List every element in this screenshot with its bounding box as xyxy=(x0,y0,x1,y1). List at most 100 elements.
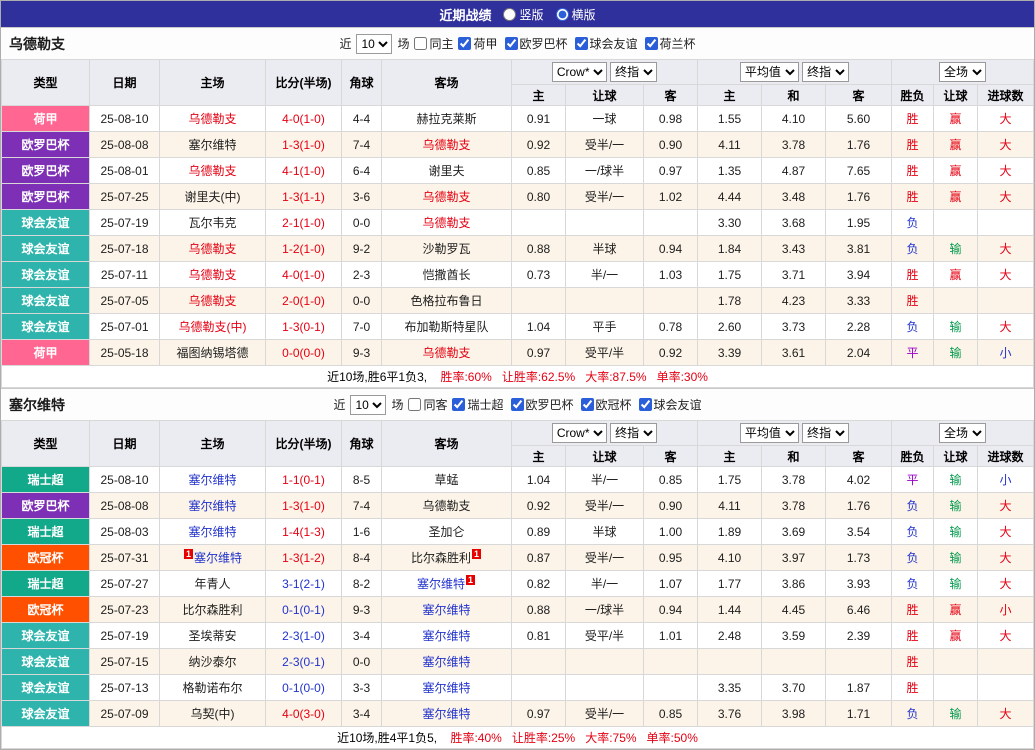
avg-source-select[interactable]: 平均值 xyxy=(740,62,799,82)
league-filter[interactable]: 瑞士超 xyxy=(452,396,503,413)
result-handicap: 赢 xyxy=(934,623,978,649)
result-outcome: 胜 xyxy=(892,675,934,701)
league-filter-checkbox[interactable] xyxy=(581,398,594,411)
avg-away: 1.76 xyxy=(826,132,892,158)
layout-option-vertical[interactable]: 竖版 xyxy=(503,6,543,23)
avg-home: 1.55 xyxy=(698,106,762,132)
odds-handicap: 一/球半 xyxy=(566,597,644,623)
league-filter[interactable]: 球会友谊 xyxy=(639,396,702,413)
league-badge: 瑞士超 xyxy=(2,571,90,597)
team-text: 塞尔维特 xyxy=(422,655,470,669)
league-filter-checkbox[interactable] xyxy=(511,398,524,411)
match-row: 欧冠杯 25-07-31 1塞尔维特 1-3(1-2) 8-4 比尔森胜利1 0… xyxy=(2,545,1034,571)
league-filter[interactable]: 欧罗巴杯 xyxy=(505,35,568,52)
match-score: 4-0(3-0) xyxy=(266,701,342,727)
sub-col-header: 胜负 xyxy=(892,85,934,106)
match-row: 球会友谊 25-07-05 乌德勒支 2-0(1-0) 0-0 色格拉布鲁日 1… xyxy=(2,288,1034,314)
avg-home: 3.76 xyxy=(698,701,762,727)
league-filter-checkbox[interactable] xyxy=(452,398,465,411)
league-filter-checkbox[interactable] xyxy=(645,37,658,50)
result-goals: 大 xyxy=(978,158,1034,184)
team-text: 谢里夫 xyxy=(428,164,464,178)
league-filters: 荷甲欧罗巴杯球会友谊荷兰杯 xyxy=(458,35,695,52)
league-filter-checkbox[interactable] xyxy=(639,398,652,411)
corner-count: 7-0 xyxy=(342,314,382,340)
results-table: 类型 日期 主场 比分(半场) 角球 客场 Crow* 终指 平均值 终指 xyxy=(1,420,1034,749)
odds-source-select[interactable]: Crow* xyxy=(552,62,607,82)
odds-handicap: 受平/半 xyxy=(566,340,644,366)
team-text: 福图纳锡塔德 xyxy=(176,346,248,360)
same-venue-checkbox[interactable] xyxy=(414,37,427,50)
avg-source-select[interactable]: 平均值 xyxy=(740,423,799,443)
odds-home: 0.81 xyxy=(512,623,566,649)
league-filter-checkbox[interactable] xyxy=(575,37,588,50)
league-badge: 球会友谊 xyxy=(2,288,90,314)
match-count-select[interactable]: 10 xyxy=(356,34,392,54)
result-goals: 大 xyxy=(978,236,1034,262)
avg-time-select[interactable]: 终指 xyxy=(802,62,849,82)
score-text: 2-3(1-0) xyxy=(282,629,325,643)
col-header-away: 客场 xyxy=(382,421,512,467)
odds-handicap: 半/一 xyxy=(566,467,644,493)
corner-count: 8-4 xyxy=(342,545,382,571)
league-filter-checkbox[interactable] xyxy=(505,37,518,50)
avg-draw: 4.87 xyxy=(762,158,826,184)
match-date: 25-07-31 xyxy=(90,545,160,571)
odds-source-select[interactable]: Crow* xyxy=(552,423,607,443)
league-filter-checkbox[interactable] xyxy=(458,37,471,50)
league-filter[interactable]: 欧冠杯 xyxy=(581,396,632,413)
match-score: 1-3(1-0) xyxy=(266,132,342,158)
odds-time-select[interactable]: 终指 xyxy=(610,423,657,443)
match-date: 25-07-15 xyxy=(90,649,160,675)
odds-time-select[interactable]: 终指 xyxy=(610,62,657,82)
avg-away: 1.95 xyxy=(826,210,892,236)
result-handicap: 赢 xyxy=(934,158,978,184)
same-venue-filter[interactable]: 同主 xyxy=(414,35,453,52)
odds-away: 1.03 xyxy=(644,262,698,288)
league-filter[interactable]: 荷甲 xyxy=(458,35,497,52)
sub-col-header: 进球数 xyxy=(978,446,1034,467)
odds-home: 0.91 xyxy=(512,106,566,132)
scope-select[interactable]: 全场 xyxy=(939,62,986,82)
avg-home: 1.35 xyxy=(698,158,762,184)
match-count-select[interactable]: 10 xyxy=(350,395,386,415)
odds-away: 0.78 xyxy=(644,314,698,340)
avg-draw: 3.73 xyxy=(762,314,826,340)
team-text: 色格拉布鲁日 xyxy=(410,294,482,308)
result-outcome: 负 xyxy=(892,314,934,340)
result-outcome: 负 xyxy=(892,519,934,545)
away-team: 草蜢 xyxy=(382,467,512,493)
scope-select[interactable]: 全场 xyxy=(939,423,986,443)
result-goals: 大 xyxy=(978,493,1034,519)
league-filter[interactable]: 球会友谊 xyxy=(575,35,638,52)
sub-col-header: 主 xyxy=(512,446,566,467)
score-text: 1-3(1-2) xyxy=(282,551,325,565)
league-filter[interactable]: 荷兰杯 xyxy=(645,35,696,52)
col-header-home: 主场 xyxy=(160,421,266,467)
summary-stats: 胜率:60%让胜率:62.5%大率:87.5%单率:30% xyxy=(430,370,707,384)
home-team: 乌契(中) xyxy=(160,701,266,727)
layout-option-horizontal[interactable]: 横版 xyxy=(556,6,596,23)
match-date: 25-07-13 xyxy=(90,675,160,701)
odds-home: 1.04 xyxy=(512,314,566,340)
match-score: 2-3(1-0) xyxy=(266,623,342,649)
odds-handicap: 受半/一 xyxy=(566,545,644,571)
match-score: 1-3(1-2) xyxy=(266,545,342,571)
same-venue-checkbox[interactable] xyxy=(408,398,421,411)
col-header-score: 比分(半场) xyxy=(266,421,342,467)
league-badge: 瑞士超 xyxy=(2,519,90,545)
avg-time-select[interactable]: 终指 xyxy=(802,423,849,443)
league-filter[interactable]: 欧罗巴杯 xyxy=(511,396,574,413)
away-team: 恺撒酋长 xyxy=(382,262,512,288)
result-goals: 大 xyxy=(978,519,1034,545)
odds-handicap: 一球 xyxy=(566,106,644,132)
result-handicap: 输 xyxy=(934,314,978,340)
avg-draw: 3.97 xyxy=(762,545,826,571)
odds-handicap: 受平/半 xyxy=(566,623,644,649)
avg-home: 1.84 xyxy=(698,236,762,262)
horizontal-layout-radio[interactable] xyxy=(556,8,569,21)
match-score: 1-2(1-0) xyxy=(266,236,342,262)
vertical-layout-radio[interactable] xyxy=(503,8,516,21)
same-venue-filter[interactable]: 同客 xyxy=(408,396,447,413)
title-bar: 近期战绩 竖版 横版 xyxy=(1,1,1034,27)
